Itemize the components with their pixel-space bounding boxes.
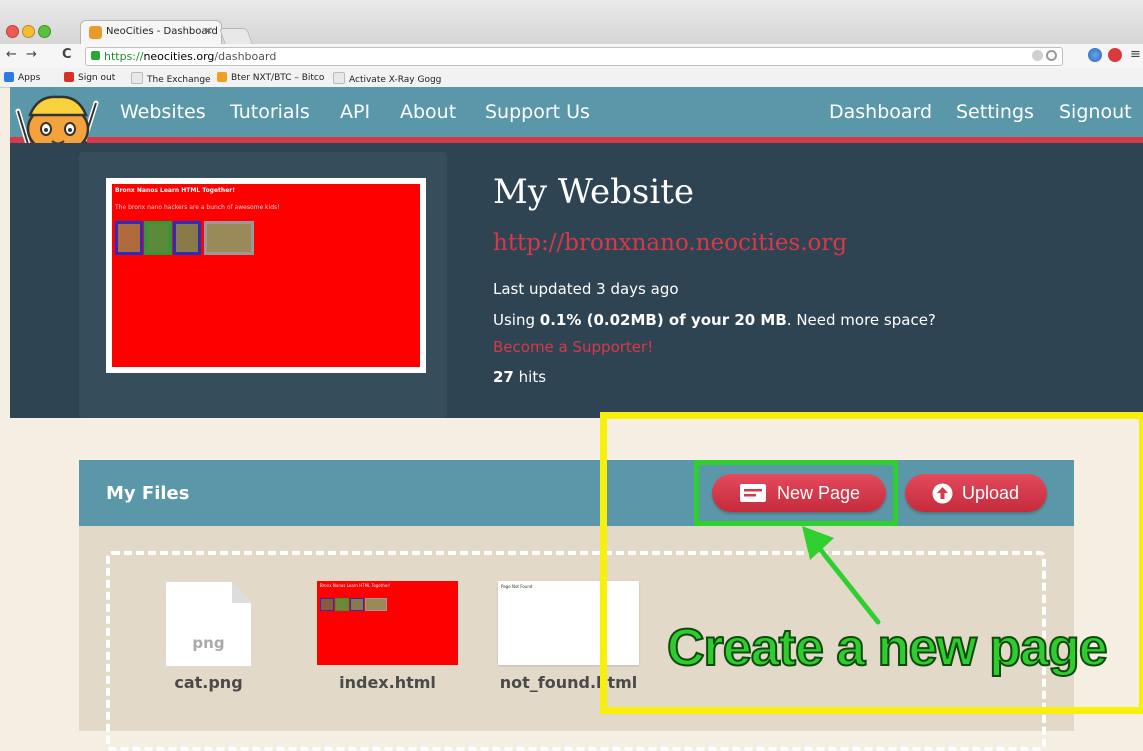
preview-photo — [115, 221, 143, 255]
page-icon — [333, 72, 345, 84]
gmail-icon — [64, 72, 74, 82]
search-icon[interactable] — [1046, 50, 1057, 61]
storage-usage: Using 0.1% (0.02MB) of your 20 MB. Need … — [493, 311, 936, 329]
new-tab-button[interactable] — [218, 28, 254, 45]
zoom-window-icon[interactable] — [38, 25, 51, 38]
hits-count: 27 hits — [493, 368, 547, 386]
bookmark-apps[interactable]: Apps — [4, 72, 40, 83]
bookmark-xray[interactable]: Activate X-Ray Gogg — [333, 72, 441, 85]
nav-about[interactable]: About — [400, 101, 456, 123]
nav-websites[interactable]: Websites — [120, 101, 206, 123]
site-url-link[interactable]: http://bronxnano.neocities.org — [493, 230, 847, 256]
minimize-window-icon[interactable] — [22, 25, 35, 38]
tab-close-icon[interactable]: × — [204, 24, 213, 37]
file-thumbnail[interactable]: Bronx Nanos Learn HTML Together! — [317, 581, 458, 665]
preview-subheading: The bronx nano hackers are a bunch of aw… — [115, 204, 280, 211]
apps-grid-icon — [4, 72, 14, 82]
chart-icon — [217, 72, 227, 82]
bookmark-the-exchange[interactable]: The Exchange — [131, 72, 211, 85]
reload-icon[interactable]: C — [62, 47, 72, 62]
thumbnail-photo — [320, 598, 334, 611]
thumbnail-photo — [335, 598, 349, 611]
nav-dashboard[interactable]: Dashboard — [829, 101, 932, 123]
menu-icon[interactable]: ≡ — [1130, 47, 1141, 62]
tab-title: NeoCities - Dashboard — [106, 26, 218, 37]
nav-signout[interactable]: Signout — [1059, 101, 1132, 123]
nav-support-us[interactable]: Support Us — [485, 101, 590, 123]
nav-tutorials[interactable]: Tutorials — [230, 101, 310, 123]
thumbnail-text: Page Not Found — [501, 584, 533, 589]
shield-icon[interactable] — [1032, 50, 1043, 61]
adblock-icon[interactable] — [1108, 48, 1122, 62]
files-title: My Files — [106, 483, 190, 504]
bookmarks-bar: Apps Sign out The Exchange Bter NXT/BTC … — [0, 68, 1143, 88]
url-text: https://neocities.org/dashboard — [104, 50, 277, 63]
globe-extension-icon[interactable] — [1088, 48, 1102, 62]
arrow-icon — [802, 526, 881, 625]
bookmark-bter[interactable]: Bter NXT/BTC – Bitco — [217, 72, 324, 83]
file-name[interactable]: cat.png — [156, 673, 261, 692]
file-extension: png — [192, 634, 225, 652]
file-name[interactable]: index.html — [317, 673, 458, 692]
preview-heading: Bronx Nanos Learn HTML Together! — [115, 187, 235, 194]
address-bar-row: ← → C https://neocities.org/dashboard ≡ — [0, 44, 1143, 69]
site-screenshot[interactable]: Bronx Nanos Learn HTML Together! The bro… — [106, 178, 426, 373]
last-updated: Last updated 3 days ago — [493, 280, 679, 298]
site-title: My Website — [493, 172, 694, 212]
neocities-favicon-icon — [89, 26, 102, 39]
site-nav: Websites Tutorials API About Support Us … — [10, 87, 1143, 137]
annotation-caption: Create a new page — [666, 618, 1109, 678]
page-icon — [131, 72, 143, 84]
thumbnail-photo — [365, 598, 387, 611]
preview-photo — [144, 221, 172, 255]
new-page-highlight — [694, 460, 898, 526]
browser-tab[interactable]: NeoCities - Dashboard × — [80, 20, 222, 45]
nav-settings[interactable]: Settings — [956, 101, 1034, 123]
lock-icon — [91, 51, 100, 60]
back-icon[interactable]: ← — [6, 47, 17, 62]
forward-icon[interactable]: → — [26, 47, 37, 62]
bookmark-sign-out[interactable]: Sign out — [64, 72, 115, 83]
close-window-icon[interactable] — [6, 25, 19, 38]
thumbnail-text: Bronx Nanos Learn HTML Together! — [320, 583, 391, 588]
nav-api[interactable]: API — [340, 101, 370, 123]
preview-photo — [173, 221, 201, 255]
url-field[interactable]: https://neocities.org/dashboard — [85, 47, 1063, 66]
become-supporter-link[interactable]: Become a Supporter! — [493, 338, 653, 356]
thumbnail-photo — [350, 598, 364, 611]
preview-photo — [204, 221, 254, 255]
file-png-icon[interactable]: png — [166, 582, 251, 666]
